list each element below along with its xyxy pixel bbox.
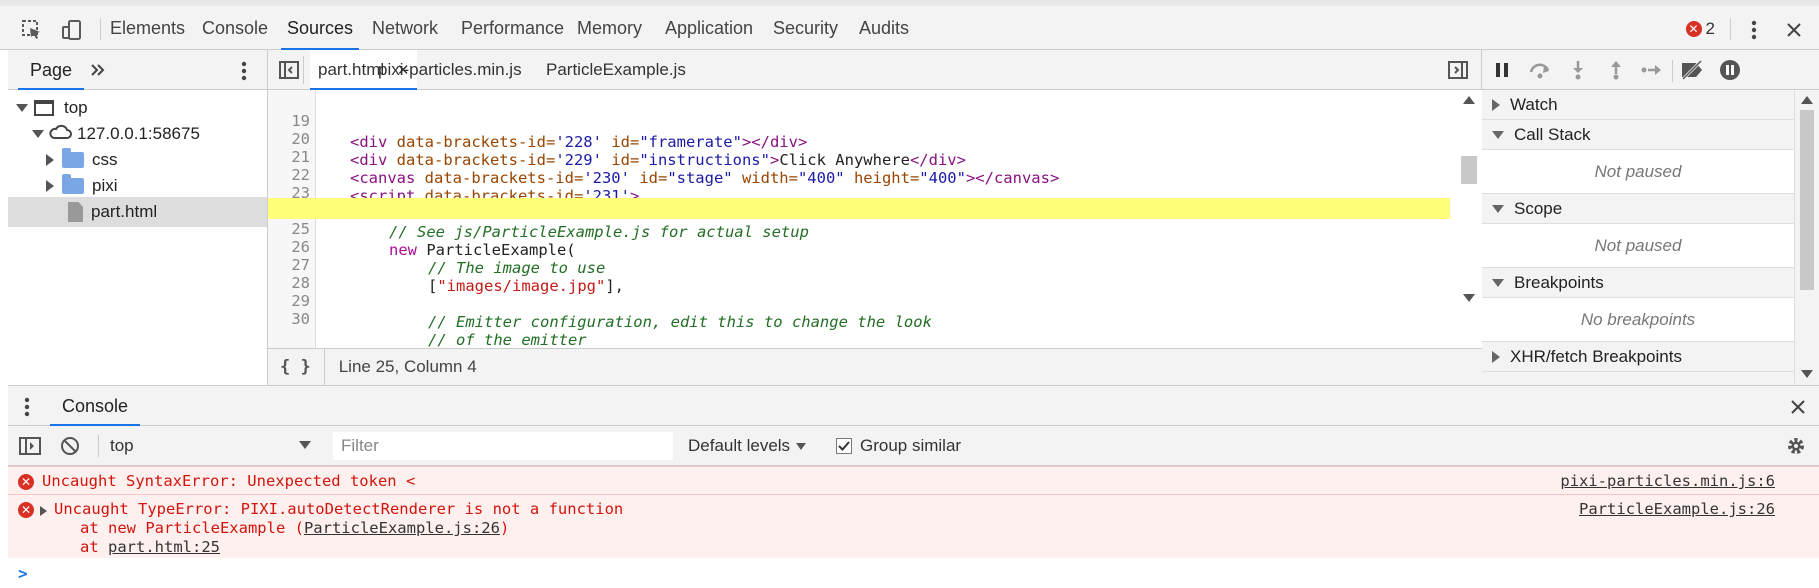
group-similar-checkbox[interactable] bbox=[836, 438, 852, 454]
dropdown-arrow-icon bbox=[299, 441, 311, 449]
expand-stack-icon[interactable] bbox=[40, 506, 47, 516]
close-drawer-icon[interactable] bbox=[1787, 396, 1809, 418]
stack-frame-link[interactable]: part.html:25 bbox=[108, 538, 220, 556]
message-source-link[interactable]: ParticleExample.js:26 bbox=[1579, 500, 1775, 518]
error-count: 2 bbox=[1705, 19, 1715, 38]
cloud-icon bbox=[48, 124, 72, 145]
error-icon: ✕ bbox=[18, 474, 34, 490]
console-error-message: ✕ Uncaught TypeError: PIXI.autoDetectRen… bbox=[8, 494, 1819, 558]
call-stack-section-header[interactable]: Call Stack bbox=[1482, 120, 1794, 150]
stack-frame-link[interactable]: ParticleExample.js:26 bbox=[304, 519, 500, 537]
device-toolbar-icon[interactable] bbox=[58, 16, 86, 44]
code-area[interactable]: 19 <div data-brackets-id='228' id="frame… bbox=[268, 90, 1482, 348]
error-counter[interactable]: ✕ 2 bbox=[1685, 17, 1715, 41]
inspect-element-icon[interactable] bbox=[18, 16, 46, 44]
drawer-menu-icon[interactable] bbox=[22, 396, 32, 418]
expand-right-icon bbox=[46, 180, 54, 192]
expand-down-icon bbox=[1492, 204, 1504, 213]
group-similar-toggle[interactable]: Group similar bbox=[836, 426, 961, 466]
expand-right-icon bbox=[1492, 350, 1500, 363]
expand-down-icon bbox=[1492, 130, 1504, 139]
expand-down-icon bbox=[16, 104, 28, 112]
frame-icon bbox=[34, 100, 54, 116]
expand-down-icon bbox=[1492, 278, 1504, 287]
scope-section-header[interactable]: Scope bbox=[1482, 194, 1794, 224]
step-over-icon[interactable] bbox=[1526, 57, 1554, 83]
scroll-thumb[interactable] bbox=[1461, 156, 1477, 184]
console-toolbar: top Default levels Group similar bbox=[8, 426, 1819, 466]
watch-section-header[interactable]: Watch bbox=[1482, 90, 1794, 120]
step-icon[interactable] bbox=[1638, 57, 1666, 83]
breakpoints-section-header[interactable]: Breakpoints bbox=[1482, 268, 1794, 298]
console-drawer: Console top Default levels Group similar bbox=[8, 385, 1819, 588]
step-out-icon[interactable] bbox=[1602, 57, 1630, 83]
more-options-icon[interactable] bbox=[1740, 16, 1768, 44]
folder-icon bbox=[62, 174, 84, 194]
tab-sources[interactable]: Sources bbox=[281, 6, 360, 50]
message-source-link[interactable]: pixi-particles.min.js:6 bbox=[1560, 472, 1775, 490]
expand-right-icon bbox=[46, 154, 54, 166]
show-sidebar-icon[interactable] bbox=[18, 435, 42, 457]
dropdown-arrow-icon bbox=[796, 442, 807, 450]
error-icon: ✕ bbox=[1685, 21, 1702, 37]
tab-network[interactable]: Network bbox=[366, 6, 444, 50]
error-icon: ✕ bbox=[18, 502, 34, 518]
call-stack-body: Not paused bbox=[1482, 150, 1794, 194]
scroll-up-icon[interactable] bbox=[1463, 96, 1475, 104]
scroll-down-icon[interactable] bbox=[1463, 294, 1475, 302]
file-tab-particle-example[interactable]: ParticleExample.js bbox=[546, 50, 686, 90]
tab-memory[interactable]: Memory bbox=[571, 6, 648, 50]
deactivate-breakpoints-icon[interactable] bbox=[1678, 57, 1706, 83]
close-devtools-icon[interactable] bbox=[1780, 16, 1808, 44]
pause-on-exceptions-icon[interactable] bbox=[1716, 57, 1744, 83]
scroll-up-icon[interactable] bbox=[1801, 96, 1813, 104]
tab-performance[interactable]: Performance bbox=[455, 6, 570, 50]
debugger-scrollbar[interactable] bbox=[1794, 90, 1819, 385]
clear-console-icon[interactable] bbox=[58, 435, 82, 457]
navigator-panel: Page top 127.0.0.1:58675 css pixi part.h… bbox=[8, 50, 268, 385]
tab-security[interactable]: Security bbox=[767, 6, 844, 50]
more-tabs-icon[interactable] bbox=[88, 58, 108, 82]
devtools-toolbar: Elements Console Sources Network Perform… bbox=[0, 0, 1819, 50]
navigator-menu-icon[interactable] bbox=[238, 60, 250, 82]
context-selector[interactable]: top bbox=[104, 426, 319, 466]
file-icon bbox=[68, 202, 83, 222]
toggle-debugger-icon[interactable] bbox=[1443, 56, 1473, 84]
xhr-breakpoints-section-header[interactable]: XHR/fetch Breakpoints bbox=[1482, 342, 1794, 372]
expand-down-icon bbox=[32, 130, 44, 138]
log-levels-dropdown[interactable]: Default levels bbox=[688, 426, 807, 466]
tab-console[interactable]: Console bbox=[196, 6, 274, 50]
tab-page[interactable]: Page bbox=[18, 50, 85, 90]
scope-body: Not paused bbox=[1482, 224, 1794, 268]
editor-status-bar: { } Line 25, Column 4 bbox=[268, 348, 1482, 385]
tab-elements[interactable]: Elements bbox=[104, 6, 191, 50]
debugger-sidebar: Watch Call Stack Not paused Scope Not pa… bbox=[1482, 50, 1819, 385]
filter-input[interactable] bbox=[333, 432, 673, 460]
pretty-print-button[interactable]: { } bbox=[280, 357, 311, 377]
pause-icon[interactable] bbox=[1488, 57, 1516, 83]
tab-audits[interactable]: Audits bbox=[853, 6, 915, 50]
toggle-navigator-icon[interactable] bbox=[274, 56, 304, 84]
expand-right-icon bbox=[1492, 98, 1500, 111]
source-editor: part.html ✕ pixi-particles.min.js Partic… bbox=[268, 50, 1482, 385]
prompt-chevron-icon: > bbox=[18, 564, 28, 583]
cursor-position: Line 25, Column 4 bbox=[338, 357, 477, 376]
tree-item-part-html[interactable]: part.html bbox=[8, 197, 267, 227]
code-line: 30 // of the emitter bbox=[291, 310, 587, 348]
scroll-thumb[interactable] bbox=[1800, 110, 1814, 290]
folder-icon bbox=[62, 148, 84, 168]
scroll-down-icon[interactable] bbox=[1801, 370, 1813, 378]
console-error-message: ✕ Uncaught SyntaxError: Unexpected token… bbox=[8, 466, 1819, 494]
step-into-icon[interactable] bbox=[1564, 57, 1592, 83]
console-settings-gear-icon[interactable] bbox=[1785, 435, 1807, 457]
file-tab-pixi-particles[interactable]: pixi-particles.min.js bbox=[378, 50, 522, 90]
tab-application[interactable]: Application bbox=[659, 6, 759, 50]
drawer-tab-console[interactable]: Console bbox=[50, 386, 141, 426]
console-prompt[interactable]: > bbox=[8, 558, 1819, 588]
editor-scrollbar[interactable] bbox=[1456, 90, 1482, 348]
breakpoints-body: No breakpoints bbox=[1482, 298, 1794, 342]
